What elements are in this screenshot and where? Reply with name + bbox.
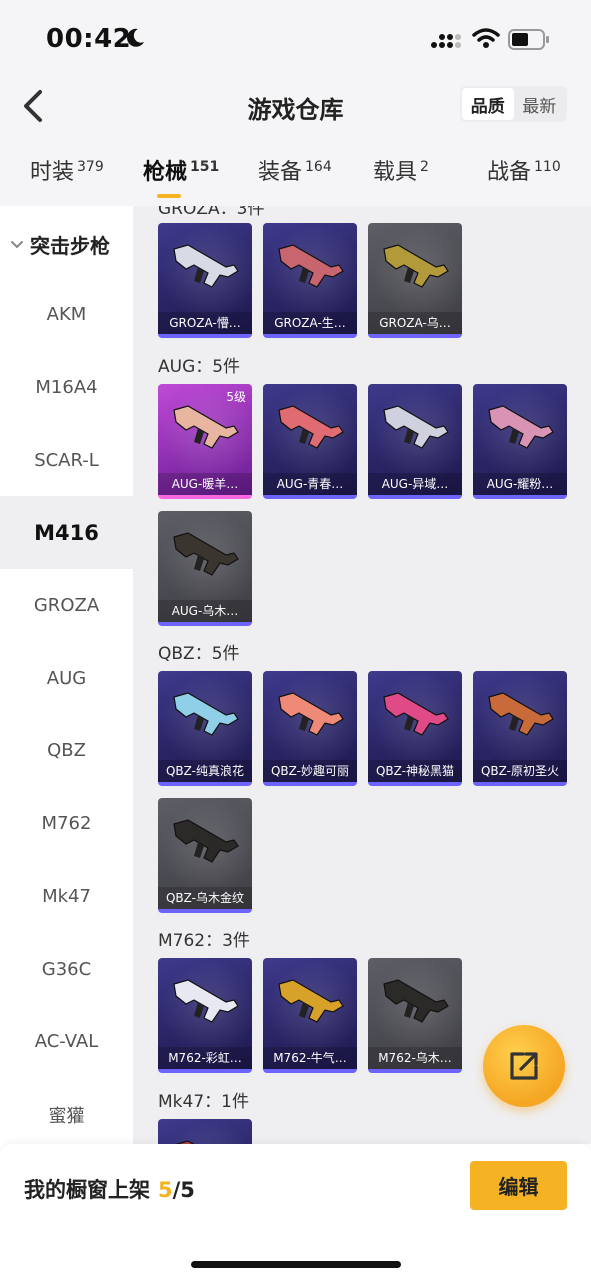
weapon-skin-name: M762-乌木… [368,1047,462,1069]
tab-vehicles[interactable]: 载具 2 [373,154,429,186]
section-label-m762: M762：3件 [158,931,250,951]
sort-toggle: 品质 最新 [460,86,567,122]
weapon-skin-card[interactable]: M762-乌木… [368,958,462,1073]
sidebar-item-ac-val[interactable]: AC-VAL [0,1005,133,1078]
weapon-skin-card[interactable]: QBZ-原初圣火 [473,671,567,786]
category-tabs: 时装 379 枪械 151 装备 164 载具 2 战备 110 [0,142,591,206]
sidebar-category-heading[interactable]: 突击步枪 [10,230,110,259]
rifle-icon [278,692,344,736]
rifle-icon [383,692,449,736]
weapon-grid-area[interactable]: GROZA：3件 AUG：5件 QBZ：5件 M762：3件 Mk47：1件 G… [133,206,591,1144]
share-icon [510,1052,538,1080]
weapon-skin-name: AUG-乌木… [158,600,252,622]
sidebar-item-m762[interactable]: M762 [0,787,133,860]
sidebar-item-qbz[interactable]: QBZ [0,714,133,787]
showcase-status: 我的橱窗上架 5/5 [24,1178,195,1202]
rifle-icon [173,692,239,736]
wifi-icon [472,28,500,48]
battery-icon [508,29,549,50]
section-label-qbz: QBZ：5件 [158,644,240,664]
bottom-bar: 我的橱窗上架 5/5 编辑 [0,1144,591,1280]
tab-firearms[interactable]: 枪械 151 [143,154,219,186]
rifle-icon [383,405,449,449]
sidebar-item-m416[interactable]: M416 [0,496,133,569]
home-indicator [191,1261,401,1268]
weapon-skin-card[interactable]: AUG-耀粉… [473,384,567,499]
rifle-icon [383,244,449,288]
rifle-icon [175,1140,195,1144]
weapon-skin-name: GROZA-懵… [158,312,252,334]
weapon-skin-card[interactable]: GROZA-乌… [368,223,462,338]
tab-fashion[interactable]: 时装 379 [30,154,104,186]
rifle-icon [173,979,239,1023]
sidebar-item-scar-l[interactable]: SCAR-L [0,424,133,497]
tab-supplies[interactable]: 战备 110 [487,154,561,186]
weapon-skin-name: AUG-青春… [263,473,357,495]
rifle-icon [383,979,449,1023]
sidebar-item-aug[interactable]: AUG [0,642,133,715]
weapon-skin-card[interactable]: QBZ-神秘黑猫 [368,671,462,786]
status-bar: 00:42 [0,0,591,78]
weapon-skin-card[interactable]: AUG-青春… [263,384,357,499]
weapon-skin-name: AUG-暖羊… [158,473,252,495]
edit-button[interactable]: 编辑 [470,1161,567,1210]
active-tab-indicator [157,194,181,198]
weapon-skin-name: QBZ-妙趣可丽 [263,760,357,782]
sidebar-item-honey-badger[interactable]: 蜜獾 [0,1078,133,1144]
weapon-skin-card[interactable]: GROZA-懵… [158,223,252,338]
rifle-icon [173,532,239,576]
cellular-signal-icon [431,34,461,48]
level-badge: 5级 [226,390,246,404]
weapon-skin-name: AUG-异域… [368,473,462,495]
weapon-skin-card[interactable] [158,1119,252,1144]
weapon-skin-name: M762-牛气… [263,1047,357,1069]
rifle-icon [173,405,239,449]
sort-quality-option[interactable]: 品质 [462,88,514,120]
status-time: 00:42 [46,24,132,54]
weapon-skin-name: QBZ-原初圣火 [473,760,567,782]
sidebar-item-akm[interactable]: AKM [0,278,133,351]
nav-header: 游戏仓库 品质 最新 [0,78,591,142]
weapon-skin-card[interactable]: QBZ-乌木金纹 [158,798,252,913]
weapon-skin-name: GROZA-生… [263,312,357,334]
chevron-down-icon [11,240,23,248]
tab-equipment[interactable]: 装备 164 [258,154,332,186]
section-label-mk47: Mk47：1件 [158,1092,249,1112]
weapon-skin-name: M762-彩虹… [158,1047,252,1069]
weapon-skin-card[interactable]: M762-彩虹… [158,958,252,1073]
sidebar-item-g36c[interactable]: G36C [0,933,133,1006]
weapon-skin-name: QBZ-神秘黑猫 [368,760,462,782]
sidebar-item-mk47[interactable]: Mk47 [0,860,133,933]
section-label-groza: GROZA：3件 [158,206,265,219]
weapon-skin-name: AUG-耀粉… [473,473,567,495]
weapon-skin-name: GROZA-乌… [368,312,462,334]
weapon-skin-card[interactable]: 5级 AUG-暖羊… [158,384,252,499]
rifle-icon [278,244,344,288]
weapon-sidebar: 突击步枪 AKM M16A4 SCAR-L M416 GROZA AUG QBZ… [0,206,133,1144]
rifle-icon [278,979,344,1023]
weapon-skin-card[interactable]: QBZ-妙趣可丽 [263,671,357,786]
rifle-icon [278,405,344,449]
moon-icon [127,28,144,47]
rifle-icon [488,692,554,736]
sidebar-item-groza[interactable]: GROZA [0,569,133,642]
weapon-skin-name: QBZ-乌木金纹 [158,887,252,909]
rifle-icon [173,244,239,288]
sort-newest-option[interactable]: 最新 [514,88,566,120]
weapon-skin-card[interactable]: GROZA-生… [263,223,357,338]
weapon-skin-name: QBZ-纯真浪花 [158,760,252,782]
section-label-aug: AUG：5件 [158,357,241,377]
weapon-skin-card[interactable]: QBZ-纯真浪花 [158,671,252,786]
rifle-icon [488,405,554,449]
share-button[interactable] [483,1025,565,1107]
weapon-skin-card[interactable]: AUG-异域… [368,384,462,499]
rifle-icon [173,819,239,863]
weapon-skin-card[interactable]: M762-牛气… [263,958,357,1073]
sidebar-item-m16a4[interactable]: M16A4 [0,351,133,424]
weapon-skin-card[interactable]: AUG-乌木… [158,511,252,626]
